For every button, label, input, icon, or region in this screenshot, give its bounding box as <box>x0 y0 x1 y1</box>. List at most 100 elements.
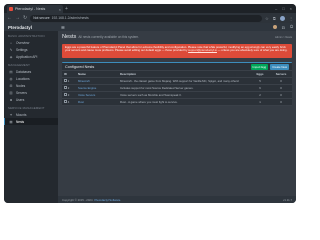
sidebar-item-label: Servers <box>16 90 27 95</box>
table-row[interactable]: 1 Minecraft Minecraft - the classic game… <box>62 77 292 85</box>
back-icon[interactable]: ← <box>7 15 12 21</box>
exit-admin-icon[interactable]: ⊡ <box>282 25 285 30</box>
sidebar-item-users[interactable]: ☻ Users <box>4 96 58 103</box>
cell-servers: 0 <box>270 84 292 92</box>
window-controls: – □ × <box>275 6 296 11</box>
sidebar-section-title: BASIC ADMINISTRATION <box>8 34 45 38</box>
sidebar-item-locations[interactable]: ◍ Locations <box>4 75 58 82</box>
page-subtitle: All nests currently available on this sy… <box>78 35 140 39</box>
reload-icon[interactable]: ↻ <box>23 15 27 21</box>
breadcrumb[interactable]: Admin > Nests <box>275 36 292 39</box>
table-row[interactable]: 2 Source Engine Includes support for mos… <box>62 84 292 92</box>
nest-link[interactable]: Voice Servers <box>78 93 95 97</box>
sidebar-item-label: Databases <box>16 69 32 74</box>
brand-logo[interactable]: Pterodactyl <box>4 23 58 31</box>
row-checkbox[interactable] <box>64 100 67 103</box>
close-window-icon[interactable]: × <box>290 6 292 11</box>
maximize-icon[interactable]: □ <box>282 6 284 11</box>
table-row[interactable]: 3 Voice Servers Voice servers such as Mu… <box>62 91 292 99</box>
cell-id: 1 <box>62 77 76 85</box>
sidebar-item-label: Application API <box>16 54 38 59</box>
cell-description: Minecraft - the classic game from Mojang… <box>118 77 250 85</box>
cell-eggs: 6 <box>250 84 270 92</box>
extensions-icon[interactable]: ⧉ <box>273 16 276 21</box>
sidebar-item-label: Nodes <box>16 83 26 88</box>
users-icon: ☻ <box>9 97 13 102</box>
footer-version: v1.11.7 <box>283 197 292 202</box>
support-email-link[interactable]: support@pterodactyl.io <box>188 48 217 52</box>
page-title: Nests All nests currently available on th… <box>62 34 139 40</box>
cell-servers: 0 <box>270 91 292 99</box>
import-egg-button[interactable]: Import Egg <box>250 63 269 70</box>
th-large-icon: ▦ <box>9 119 13 124</box>
row-checkbox[interactable] <box>64 86 67 89</box>
home-icon: ⌂ <box>9 40 13 45</box>
nest-link[interactable]: Minecraft <box>78 79 90 83</box>
cell-eggs: 5 <box>250 77 270 85</box>
main-area: ☰ ⊡ ⏻ Nests All nests currently available… <box>58 23 296 203</box>
sidebar-item-nests[interactable]: ▦ Nests <box>4 118 58 125</box>
nest-link[interactable]: Source Engine <box>78 86 96 90</box>
row-checkbox[interactable] <box>64 79 67 82</box>
sidebar-item-label: Locations <box>16 76 30 81</box>
cell-name: Source Engine <box>76 84 118 92</box>
sidebar: Pterodactyl BASIC ADMINISTRATION ⌂ Overvi… <box>4 23 58 203</box>
sidebar-item-label: Nests <box>16 119 25 124</box>
sitemap-icon: ⊞ <box>9 83 13 88</box>
row-id: 4 <box>67 100 70 104</box>
nests-table: ID Name Description Eggs Servers 1 Minec… <box>62 71 292 106</box>
sidebar-section-title: SERVICE MANAGEMENT <box>8 106 45 110</box>
close-tab-icon[interactable]: × <box>59 7 61 12</box>
sidebar-item-nodes[interactable]: ⊞ Nodes <box>4 82 58 89</box>
sidebar-item-databases[interactable]: ▤ Databases <box>4 68 58 75</box>
box-header: Configured Nests Import Egg Create New <box>62 63 292 71</box>
sidebar-item-label: Settings <box>16 47 28 52</box>
nest-link[interactable]: Rust <box>78 100 84 104</box>
navbar-right: ⊡ ⏻ <box>272 25 293 30</box>
sidebar-item-label: Users <box>16 97 25 102</box>
create-new-button[interactable]: Create New <box>270 63 289 70</box>
footer-link[interactable]: Pterodactyl Software. <box>95 198 122 202</box>
sidebar-item-settings[interactable]: ✎ Settings <box>4 46 58 53</box>
row-id: 3 <box>67 93 70 97</box>
cell-description: Voice servers such as Mumble and Teamspe… <box>118 91 250 99</box>
page-title-text: Nests <box>62 34 77 40</box>
bookmark-star-icon[interactable]: ☆ <box>265 16 269 21</box>
sidebar-item-servers[interactable]: ▥ Servers <box>4 89 58 96</box>
browser-window: Pterodactyl - Nests × + – □ × ← → ↻ Not … <box>4 4 296 203</box>
logout-icon[interactable]: ⏻ <box>290 25 293 29</box>
content-header: Nests All nests currently available on th… <box>62 34 292 40</box>
browser-tab[interactable]: Pterodactyl - Nests × <box>7 5 63 13</box>
cell-description: Rust - A game where you must fight to su… <box>118 98 250 106</box>
not-secure-badge[interactable]: Not secure <box>33 16 49 20</box>
cell-name: Rust <box>76 98 118 106</box>
row-checkbox[interactable] <box>64 93 67 96</box>
hamburger-icon[interactable]: ☰ <box>61 25 65 30</box>
menu-icon[interactable]: ⋮ <box>289 16 293 21</box>
box-title: Configured Nests <box>65 64 95 69</box>
sidebar-item-overview[interactable]: ⌂ Overview <box>4 39 58 46</box>
row-id: 2 <box>67 86 70 90</box>
user-avatar[interactable] <box>272 25 277 29</box>
tab-title: Pterodactyl - Nests <box>15 7 46 11</box>
profile-avatar[interactable] <box>279 15 285 21</box>
table-row[interactable]: 4 Rust Rust - A game where you must figh… <box>62 98 292 106</box>
new-tab-icon[interactable]: + <box>65 6 68 12</box>
footer: Copyright © 2015 - 2024 Pterodactyl Soft… <box>58 196 296 203</box>
browser-actions: ☆ ⧉ ⋮ <box>265 15 293 21</box>
forward-icon[interactable]: → <box>15 15 20 21</box>
panel-app: Pterodactyl BASIC ADMINISTRATION ⌂ Overvi… <box>4 23 296 203</box>
cell-eggs: 1 <box>250 98 270 106</box>
row-id: 1 <box>67 79 70 83</box>
sidebar-item-label: Mounts <box>16 112 27 117</box>
address-bar: ← → ↻ Not secure 192.168.1.2/admin/nests… <box>4 13 296 23</box>
sidebar-item-mounts[interactable]: ✦ Mounts <box>4 111 58 118</box>
cell-description: Includes support for most Source Dedicat… <box>118 84 250 92</box>
sidebar-section-title: MANAGEMENT <box>8 63 31 67</box>
url-field[interactable]: Not secure 192.168.1.2/admin/nests <box>30 14 263 22</box>
minimize-icon[interactable]: – <box>275 6 277 11</box>
wrench-icon: ✎ <box>9 47 13 52</box>
cell-eggs: 2 <box>250 91 270 99</box>
sidebar-item-application-api[interactable]: ◈ Application API <box>4 53 58 60</box>
box-buttons: Import Egg Create New <box>250 63 289 70</box>
